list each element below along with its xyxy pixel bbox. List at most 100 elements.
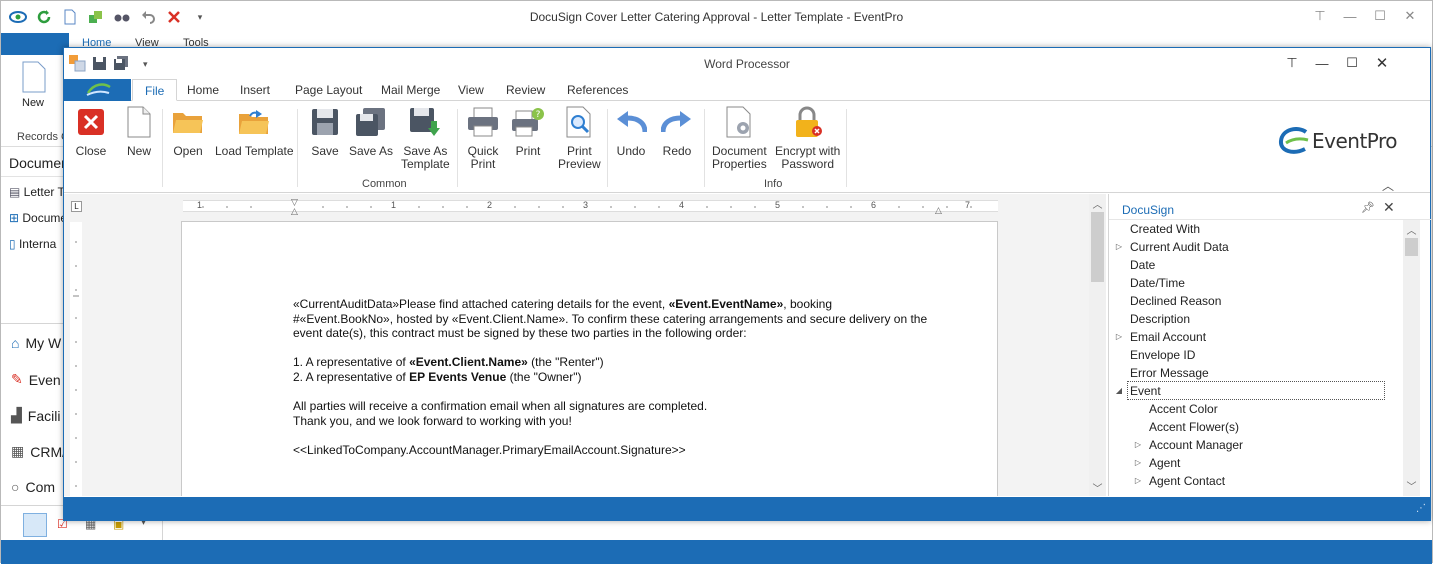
close-document-icon bbox=[74, 105, 108, 139]
field-tree-item[interactable]: Description bbox=[1130, 310, 1190, 328]
left-item-internal[interactable]: ▯ Interna bbox=[9, 237, 56, 251]
tab-review[interactable]: Review bbox=[494, 79, 557, 101]
open-button[interactable]: Open bbox=[171, 105, 205, 158]
document-properties-button[interactable]: Document Properties bbox=[712, 105, 767, 171]
scroll-thumb[interactable] bbox=[1405, 238, 1418, 256]
doc-paragraph: All parties will receive a confirmation … bbox=[293, 399, 708, 414]
maximize-icon[interactable]: ☐ bbox=[1365, 5, 1395, 27]
close-icon[interactable]: ✕ bbox=[1367, 52, 1397, 74]
tab-stop-selector[interactable]: L bbox=[71, 201, 82, 212]
eventpro-swoosh-icon bbox=[86, 83, 111, 96]
tab-view[interactable]: View bbox=[446, 79, 496, 101]
save-as-template-button[interactable]: Save As Template bbox=[401, 105, 450, 171]
main-app-menu-button[interactable] bbox=[1, 33, 69, 55]
scroll-thumb[interactable] bbox=[1091, 212, 1104, 282]
scroll-up-icon[interactable]: ︿ bbox=[1403, 222, 1420, 237]
field-tree-item[interactable]: Created With bbox=[1130, 220, 1200, 238]
documents-section-header: Documer bbox=[9, 155, 66, 171]
ruler-number: 1 bbox=[197, 200, 203, 210]
docusign-fields-panel: DocuSign 📌︎ ✕ Created With ▷ Current Audit… bbox=[1108, 194, 1431, 496]
field-tree-item[interactable]: Account Manager bbox=[1149, 436, 1243, 454]
field-tree-item[interactable]: Date bbox=[1130, 256, 1155, 274]
docusign-field-tree[interactable]: Created With ▷ Current Audit Data Date Date/… bbox=[1109, 220, 1403, 496]
document-editor[interactable]: L 1 1 2 3 4 5 6 7 ▽ △ △ «CurrentAuditDat… bbox=[64, 194, 1106, 496]
nav-communication[interactable]: ○ Com bbox=[11, 479, 55, 495]
nav-crm[interactable]: ▦ CRM/ bbox=[11, 443, 66, 460]
print-icon: ? bbox=[511, 105, 545, 139]
scroll-down-icon[interactable]: ﹀ bbox=[1089, 480, 1106, 495]
expand-arrow-icon[interactable]: ▷ bbox=[1114, 328, 1124, 346]
document-vertical-scrollbar[interactable]: ︿ ﹀ bbox=[1089, 194, 1106, 496]
undo-arrow-icon bbox=[614, 105, 648, 139]
scroll-up-icon[interactable]: ︿ bbox=[1089, 196, 1106, 211]
tab-home[interactable]: Home bbox=[175, 79, 231, 101]
quick-print-button[interactable]: Quick Print bbox=[466, 105, 500, 171]
field-tree-item[interactable]: Accent Color bbox=[1149, 400, 1218, 418]
expand-arrow-icon[interactable]: ▷ bbox=[1133, 472, 1143, 490]
new-button[interactable]: New bbox=[122, 105, 156, 158]
redo-arrow-icon bbox=[660, 105, 694, 139]
print-preview-icon bbox=[562, 105, 596, 139]
field-tree-item[interactable]: Declined Reason bbox=[1130, 292, 1221, 310]
field-tree-item[interactable]: Agent Contact bbox=[1149, 472, 1225, 490]
save-button[interactable]: Save bbox=[308, 105, 342, 158]
document-page[interactable]: «CurrentAuditData»Please find attached c… bbox=[181, 221, 998, 496]
load-template-button[interactable]: Load Template bbox=[215, 105, 294, 158]
left-indent-marker-icon[interactable]: △ bbox=[291, 206, 298, 217]
doc-paragraph: event date(s), this contract must be sig… bbox=[293, 326, 747, 341]
left-item-letter-template[interactable]: ▤ Letter T bbox=[9, 185, 65, 199]
tab-mail-merge[interactable]: Mail Merge bbox=[369, 79, 452, 101]
save-as-button[interactable]: Save As bbox=[349, 105, 393, 158]
close-icon[interactable]: ✕ bbox=[1395, 5, 1425, 27]
field-tree-item[interactable]: Envelope ID bbox=[1130, 346, 1195, 364]
minimize-icon[interactable]: — bbox=[1307, 52, 1337, 74]
tab-insert[interactable]: Insert bbox=[228, 79, 282, 101]
field-tree-item[interactable]: Email Account bbox=[1130, 328, 1206, 346]
print-button[interactable]: ? Print bbox=[511, 105, 545, 158]
encrypt-with-password-button[interactable]: Encrypt with Password bbox=[775, 105, 840, 171]
field-tree-vertical-scrollbar[interactable]: ︿ ﹀ bbox=[1403, 220, 1420, 496]
collapse-arrow-icon[interactable]: ◢ bbox=[1114, 382, 1124, 400]
restore-layout-icon[interactable]: ⊤ bbox=[1305, 5, 1335, 27]
redo-button[interactable]: Redo bbox=[660, 105, 694, 158]
vertical-ruler[interactable] bbox=[70, 222, 82, 496]
main-new-page-icon[interactable] bbox=[21, 61, 47, 96]
wp-app-menu-button[interactable] bbox=[64, 79, 131, 101]
scroll-down-icon[interactable]: ﹀ bbox=[1403, 478, 1420, 493]
tab-references[interactable]: References bbox=[555, 79, 640, 101]
tab-file[interactable]: File bbox=[132, 79, 178, 101]
horizontal-ruler[interactable]: 1 1 2 3 4 5 6 7 ▽ △ △ bbox=[183, 197, 998, 216]
expand-arrow-icon[interactable]: ▷ bbox=[1133, 454, 1143, 472]
maximize-icon[interactable]: ☐ bbox=[1337, 52, 1367, 74]
nav-events[interactable]: ✎ Even bbox=[11, 371, 61, 388]
wp-window-controls: ⊤ — ☐ ✕ bbox=[1277, 52, 1397, 74]
field-tree-item[interactable]: Agent bbox=[1149, 454, 1180, 472]
resize-grip-icon[interactable]: ⋰ bbox=[1416, 503, 1426, 514]
bottom-nav-documents-icon[interactable] bbox=[23, 513, 47, 537]
close-panel-icon[interactable]: ✕ bbox=[1383, 199, 1395, 216]
load-template-folder-icon bbox=[237, 105, 271, 139]
expand-arrow-icon[interactable]: ▷ bbox=[1114, 238, 1124, 256]
print-preview-button[interactable]: Print Preview bbox=[558, 105, 601, 171]
field-tree-item[interactable]: Accent Flower(s) bbox=[1149, 418, 1239, 436]
main-new-button-label[interactable]: New bbox=[22, 97, 44, 109]
collapse-ribbon-icon[interactable]: ︿ bbox=[1382, 177, 1394, 194]
field-tree-item[interactable]: Error Message bbox=[1130, 364, 1209, 382]
document-properties-icon bbox=[722, 105, 756, 139]
field-tree-item[interactable]: Current Audit Data bbox=[1130, 238, 1229, 256]
nav-facilities[interactable]: ▟ Facili bbox=[11, 407, 60, 424]
nav-my-workspace[interactable]: ⌂ My W bbox=[11, 335, 61, 351]
tab-page-layout[interactable]: Page Layout bbox=[283, 79, 374, 101]
doc-paragraph: #«Event.BookNo», hosted by «Event.Client… bbox=[293, 311, 928, 326]
restore-layout-icon[interactable]: ⊤ bbox=[1277, 52, 1307, 74]
document-body[interactable]: «CurrentAuditData»Please find attached c… bbox=[293, 297, 943, 458]
undo-button[interactable]: Undo bbox=[614, 105, 648, 158]
expand-arrow-icon[interactable]: ▷ bbox=[1133, 436, 1143, 454]
pin-panel-icon[interactable]: 📌︎ bbox=[1361, 201, 1375, 214]
minimize-icon[interactable]: — bbox=[1335, 5, 1365, 27]
close-button[interactable]: Close bbox=[74, 105, 108, 158]
field-tree-item[interactable]: Date/Time bbox=[1130, 274, 1185, 292]
main-status-bar bbox=[1, 540, 1432, 564]
left-item-documents[interactable]: ⊞ Docume bbox=[9, 211, 67, 225]
right-indent-marker-icon[interactable]: △ bbox=[935, 205, 942, 216]
